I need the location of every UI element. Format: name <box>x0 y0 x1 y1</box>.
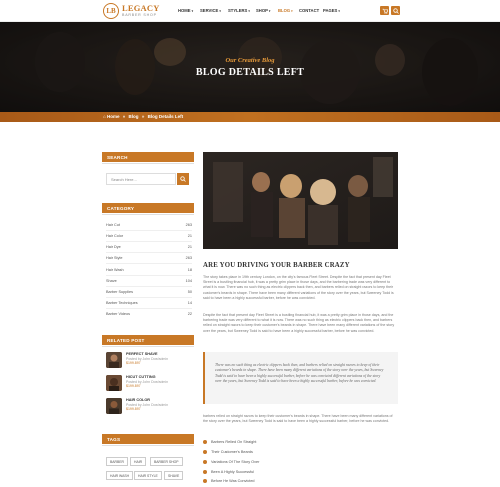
divider <box>106 275 192 276</box>
nav-contact[interactable]: CONTACT <box>299 8 319 13</box>
tag-barber[interactable]: BARBER <box>106 457 128 466</box>
search-toggle-button[interactable] <box>391 6 400 15</box>
breadcrumb-separator: » <box>122 114 126 119</box>
category-item[interactable]: Hair Color 21 <box>106 234 192 238</box>
breadcrumb-blog[interactable]: Blog <box>129 114 139 119</box>
search-icon <box>392 7 399 14</box>
tag-barber-shop[interactable]: BARBER SHOP <box>150 457 183 466</box>
tag-hair-wash[interactable]: HAIR WASH <box>106 471 134 480</box>
search-icon <box>180 176 186 182</box>
article-paragraph: barbers relied on straight razors to kee… <box>203 414 393 424</box>
nav-stylers[interactable]: STYLERS▾ <box>228 8 250 13</box>
logo-title: LEGACY <box>122 3 160 14</box>
search-widget-heading: SEARCH <box>102 152 194 162</box>
article-paragraph: Despite the fact that present day Fleet … <box>203 313 395 333</box>
post-price: $199.897 <box>126 361 141 366</box>
article-title: ARE YOU DRIVING YOUR BARBER CRAZY <box>203 262 350 269</box>
breadcrumb-separator: » <box>141 114 145 119</box>
list-item: Barbers Relied On Straight <box>203 440 256 444</box>
chevron-down-icon: ▾ <box>219 9 221 13</box>
chevron-down-icon: ▾ <box>291 9 293 13</box>
nav-shop[interactable]: SHOP▾ <box>256 8 270 13</box>
list-item: Been A Highly Successful <box>203 470 254 474</box>
post-price: $199.897 <box>126 407 141 412</box>
category-item[interactable]: Barber Videos 22 <box>106 312 192 316</box>
chevron-down-icon: ▾ <box>191 9 194 13</box>
breadcrumb: ⌂ Home » Blog » Blog Details Left <box>103 114 183 119</box>
list-item: Variations Of The Story Over <box>203 460 259 464</box>
list-item: Before He Was Convicted <box>203 479 255 483</box>
divider <box>106 308 192 309</box>
bullet-icon <box>203 450 207 454</box>
cart-button[interactable] <box>380 6 389 15</box>
article-blockquote: There was no such thing as electric clip… <box>203 352 398 404</box>
divider <box>106 263 192 264</box>
bullet-icon <box>203 470 207 474</box>
search-input[interactable]: Search Here... <box>106 173 176 185</box>
related-post-item[interactable]: HICUT CUTTING Posted by John Doe/admin $… <box>106 375 168 391</box>
divider <box>106 241 192 242</box>
chevron-down-icon: ▾ <box>268 9 271 13</box>
site-logo[interactable]: LB LEGACY BARBER SHOP <box>103 3 160 19</box>
category-item[interactable]: Hair Style 263 <box>106 256 192 260</box>
chevron-down-icon: ▾ <box>248 9 250 13</box>
nav-pages[interactable]: PAGES▾ <box>323 8 340 13</box>
divider <box>102 163 194 164</box>
logo-subtitle: BARBER SHOP <box>122 12 157 17</box>
post-thumbnail[interactable] <box>106 375 122 391</box>
tag-hair[interactable]: HAIR <box>130 457 147 466</box>
related-post-item[interactable]: HAIR COLOR Posted by John Doe/admin $199… <box>106 398 168 414</box>
category-item[interactable]: Hair Dye 21 <box>106 245 192 249</box>
search-button[interactable] <box>177 173 189 185</box>
chevron-down-icon: ▾ <box>338 9 340 13</box>
bullet-icon <box>203 460 207 464</box>
tag-hair-style[interactable]: HAIR STYLE <box>134 471 162 480</box>
divider <box>102 346 194 347</box>
page-hero: Our Creative Blog BLOG DETAILS LEFT <box>0 22 500 122</box>
category-item[interactable]: Barber Supplies 50 <box>106 290 192 294</box>
cart-icon <box>382 8 388 14</box>
bullet-icon <box>203 479 207 483</box>
page-title: BLOG DETAILS LEFT <box>195 67 305 78</box>
list-item: Their Customer's Beards <box>203 450 253 454</box>
post-thumbnail[interactable] <box>106 352 122 368</box>
home-icon: ⌂ <box>103 114 106 119</box>
post-thumbnail[interactable] <box>106 398 122 414</box>
divider <box>106 230 192 231</box>
category-item[interactable]: Shave 104 <box>106 279 192 283</box>
hero-subtitle: Our Creative Blog <box>225 57 275 64</box>
nav-home[interactable]: HOME▾ <box>178 8 193 13</box>
category-item[interactable]: Hair Wash 18 <box>106 268 192 272</box>
tags-widget-heading: TAGS <box>102 434 194 444</box>
category-item[interactable]: Barber Techniques 14 <box>106 301 192 305</box>
category-item[interactable]: Hair Cut 263 <box>106 223 192 227</box>
divider <box>102 214 194 215</box>
hero-accent-band <box>0 112 500 122</box>
quote-text: There was no such thing as electric clip… <box>215 363 384 384</box>
divider <box>106 286 192 287</box>
article-paragraph: The story takes place in 19th century Lo… <box>203 275 394 300</box>
related-post-item[interactable]: PERFECT SHAVE Posted by John Doe/admin $… <box>106 352 168 368</box>
breadcrumb-home[interactable]: Home <box>107 114 120 119</box>
nav-service[interactable]: SERVICE▾ <box>200 8 221 13</box>
post-price: $199.897 <box>126 384 141 389</box>
site-header: LB LEGACY BARBER SHOP HOME▾ SERVICE▾ STY… <box>0 0 500 22</box>
nav-blog[interactable]: BLOG▾ <box>278 8 293 13</box>
category-widget-heading: CATEGORY <box>102 203 194 213</box>
bullet-icon <box>203 440 207 444</box>
logo-mark: LB <box>103 3 119 19</box>
tag-shave[interactable]: SHAVE <box>164 471 184 480</box>
article-featured-image <box>203 152 398 249</box>
divider <box>106 252 192 253</box>
related-post-widget-heading: RELATED POST <box>102 335 194 345</box>
breadcrumb-current: Blog Details Left <box>147 114 184 119</box>
divider <box>102 445 194 446</box>
divider <box>106 297 192 298</box>
